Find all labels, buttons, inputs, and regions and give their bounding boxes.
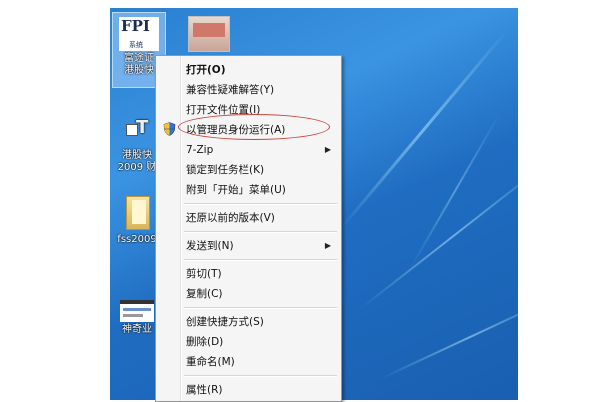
wallpaper-streak [359, 160, 518, 310]
wallpaper-streak [379, 293, 518, 380]
menu-separator [184, 307, 337, 309]
menu-item-label: 创建快捷方式(S) [186, 316, 264, 328]
menu-item-label: 还原以前的版本(V) [186, 212, 275, 224]
menu-item-open[interactable]: 打开(O) [158, 60, 339, 80]
menu-item-label: 删除(D) [186, 336, 224, 348]
menu-item-pin-start[interactable]: 附到「开始」菜单(U) [158, 180, 339, 200]
fpi-logo-icon: FPI 系统 [119, 17, 159, 51]
wallpaper-streak [409, 112, 501, 270]
folder-icon [122, 192, 152, 232]
menu-separator [184, 203, 337, 205]
highlight-annotation-ellipse [178, 114, 330, 140]
menu-item-label: 打开(O) [186, 64, 226, 76]
menu-item-properties[interactable]: 属性(R) [158, 380, 339, 400]
menu-item-restore-previous[interactable]: 还原以前的版本(V) [158, 208, 339, 228]
menu-item-label: 兼容性疑难解答(Y) [186, 84, 275, 96]
menu-item-label: 锁定到任务栏(K) [186, 164, 265, 176]
menu-separator [184, 231, 337, 233]
uac-shield-icon [163, 122, 176, 136]
menu-item-compat-troubleshoot[interactable]: 兼容性疑难解答(Y) [158, 80, 339, 100]
context-menu: 打开(O) 兼容性疑难解答(Y) 打开文件位置(I) 以管理员身份运行(A) 7… [155, 55, 342, 402]
logo-text: FPI [121, 17, 150, 35]
logo-subtext: 系统 [129, 41, 143, 49]
menu-item-label: 重命名(M) [186, 356, 235, 368]
menu-item-rename[interactable]: 重命名(M) [158, 352, 339, 372]
menu-item-delete[interactable]: 删除(D) [158, 332, 339, 352]
menu-item-cut[interactable]: 剪切(T) [158, 264, 339, 284]
menu-item-create-shortcut[interactable]: 创建快捷方式(S) [158, 312, 339, 332]
menu-item-copy[interactable]: 复制(C) [158, 284, 339, 304]
menu-separator [184, 259, 337, 261]
logo-text: T [136, 117, 149, 138]
menu-item-label: 剪切(T) [186, 268, 222, 280]
menu-item-send-to[interactable]: 发送到(N) ▶ [158, 236, 339, 256]
window-thumbnail-icon[interactable] [188, 16, 230, 52]
submenu-arrow-icon: ▶ [324, 145, 331, 154]
menu-item-label: 附到「开始」菜单(U) [186, 184, 286, 196]
menu-item-pin-taskbar[interactable]: 锁定到任务栏(K) [158, 160, 339, 180]
menu-item-label: 发送到(N) [186, 240, 234, 252]
wallpaper-streak [338, 29, 509, 231]
app-window-icon [120, 300, 154, 322]
app-shortcut-icon: T [122, 117, 152, 148]
menu-item-7zip[interactable]: 7-Zip ▶ [158, 140, 339, 160]
submenu-arrow-icon: ▶ [324, 241, 331, 250]
menu-separator [184, 375, 337, 377]
menu-item-label: 7-Zip [186, 144, 214, 156]
menu-item-label: 复制(C) [186, 288, 223, 300]
menu-item-label: 属性(R) [186, 384, 223, 396]
